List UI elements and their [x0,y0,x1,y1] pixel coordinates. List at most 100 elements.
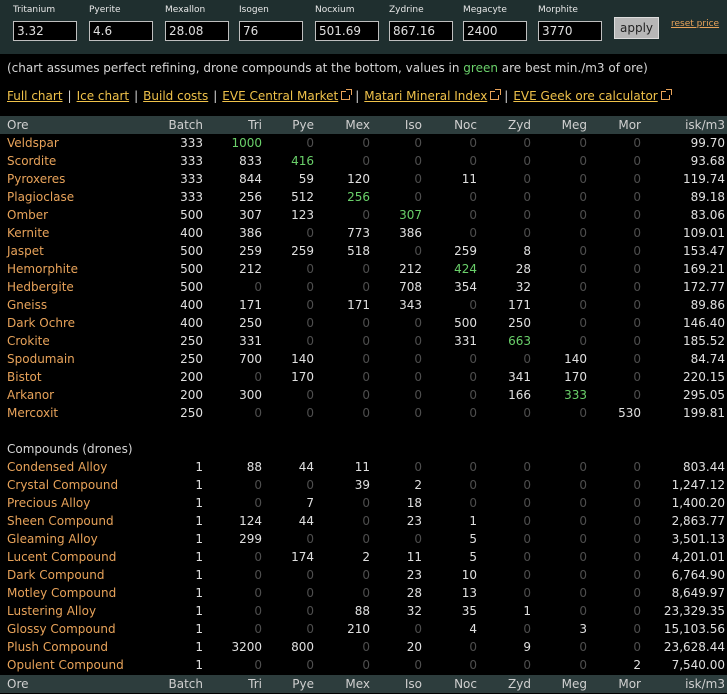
table-cell: 23,329.35 [663,604,725,618]
column-header-noc[interactable]: Noc [454,116,477,134]
column-header-zyd[interactable]: Zyd [508,116,531,134]
row-name-link[interactable]: Jaspet [7,242,44,260]
table-cell: 0 [306,406,314,420]
table-cell: 1 [195,604,203,618]
table-cell: 0 [579,532,587,546]
row-name-link[interactable]: Hedbergite [7,278,74,296]
row-name-link[interactable]: Plagioclase [7,188,74,206]
table-cell: 0 [523,586,531,600]
table-cell: 0 [414,154,422,168]
table-cell: 500 [180,208,203,222]
column-header-tri[interactable]: Tri [248,116,262,134]
table-cell: 416 [291,154,314,168]
row-name-link[interactable]: Hemorphite [7,260,78,278]
morphite-price-input[interactable] [538,21,602,41]
row-name-link[interactable]: Gneiss [7,296,47,314]
megacyte-price-input[interactable] [463,21,527,41]
column-header-isk-m3[interactable]: isk/m3 [685,675,725,693]
mexallon-price-input[interactable] [165,21,229,41]
table-cell: 0 [362,136,370,150]
column-header-iso[interactable]: Iso [405,116,422,134]
table-cell: 171 [347,298,370,312]
pyerite-price-input[interactable] [89,21,153,41]
row-name-link[interactable]: Sheen Compound [7,512,114,530]
row-name-link[interactable]: Dark Ochre [7,314,75,332]
row-name-link[interactable]: Plush Compound [7,638,108,656]
table-cell: 9 [523,640,531,654]
column-header-ore[interactable]: Ore [7,675,29,693]
tritanium-price-input[interactable] [13,21,77,41]
row-name-link[interactable]: Lustering Alloy [7,602,96,620]
table-cell: 11 [354,460,370,474]
table-cell: 500 [180,280,203,294]
row-name-link[interactable]: Crystal Compound [7,476,118,494]
table-cell: 0 [523,172,531,186]
table-cell: 0 [523,406,531,420]
row-name-link[interactable]: Kernite [7,224,49,242]
table-cell: 259 [454,244,477,258]
table-cell: 2,863.77 [671,514,725,528]
zydrine-price-input[interactable] [389,21,453,41]
row-name-link[interactable]: Omber [7,206,48,224]
table-cell: 0 [414,406,422,420]
row-name-link[interactable]: Lucent Compound [7,548,116,566]
row-name-link[interactable]: Mercoxit [7,404,58,422]
table-cell: 0 [362,568,370,582]
row-name-link[interactable]: Glossy Compound [7,620,116,638]
column-header-noc[interactable]: Noc [454,675,477,693]
row-name-link[interactable]: Scordite [7,152,56,170]
table-cell: 512 [291,190,314,204]
row-name-link[interactable]: Bistot [7,368,42,386]
table-cell: 333 [180,154,203,168]
table-cell: 0 [414,316,422,330]
column-header-batch[interactable]: Batch [169,675,204,693]
column-header-isk-m3[interactable]: isk/m3 [685,116,725,134]
column-header-pye[interactable]: Pye [292,116,314,134]
row-name-link[interactable]: Arkanor [7,386,54,404]
table-cell: 0 [254,550,262,564]
mineral-label: Zydrine [389,5,424,15]
column-header-ore[interactable]: Ore [7,116,29,134]
table-cell: 8 [523,244,531,258]
table-cell: 0 [362,154,370,168]
column-header-mor[interactable]: Mor [618,116,641,134]
row-name-link[interactable]: Motley Compound [7,584,116,602]
table-cell: 3 [579,622,587,636]
row-name-link[interactable]: Gleaming Alloy [7,530,98,548]
table-cell: 20 [406,640,422,654]
table-cell: 0 [254,496,262,510]
row-name-link[interactable]: Pyroxeres [7,170,65,188]
row-name-link[interactable]: Dark Compound [7,566,105,584]
row-name-link[interactable]: Condensed Alloy [7,458,107,476]
column-header-tri[interactable]: Tri [248,675,262,693]
row-name-link[interactable]: Opulent Compound [7,656,124,674]
table-cell: 3,501.13 [671,532,725,546]
column-header-meg[interactable]: Meg [562,675,587,693]
column-header-pye[interactable]: Pye [292,675,314,693]
table-cell: 1 [195,496,203,510]
table-cell: 0 [362,280,370,294]
column-header-batch[interactable]: Batch [169,116,204,134]
table-cell: 500 [180,244,203,258]
table-row: Spodumain 250 700 140 0 0 0 0 140 0 84.74 [0,350,727,368]
table-cell: 0 [523,460,531,474]
table-cell: 0 [633,316,641,330]
table-cell: 39 [354,478,370,492]
table-row: Crokite 250 331 0 0 0 331 663 0 0 185.52 [0,332,727,350]
isogen-price-input[interactable] [239,21,303,41]
column-header-mex[interactable]: Mex [345,116,370,134]
column-header-iso[interactable]: Iso [405,675,422,693]
row-name-link[interactable]: Precious Alloy [7,494,90,512]
row-name-link[interactable]: Spodumain [7,350,75,368]
column-header-mor[interactable]: Mor [618,675,641,693]
table-cell: 0 [579,136,587,150]
column-header-mex[interactable]: Mex [345,675,370,693]
nocxium-price-input[interactable] [315,21,379,41]
row-name-link[interactable]: Veldspar [7,134,59,152]
column-header-zyd[interactable]: Zyd [508,675,531,693]
row-name-link[interactable]: Crokite [7,332,50,350]
column-header-meg[interactable]: Meg [562,116,587,134]
table-cell: 250 [508,316,531,330]
table-cell: 212 [239,262,262,276]
table-cell: 400 [180,226,203,240]
